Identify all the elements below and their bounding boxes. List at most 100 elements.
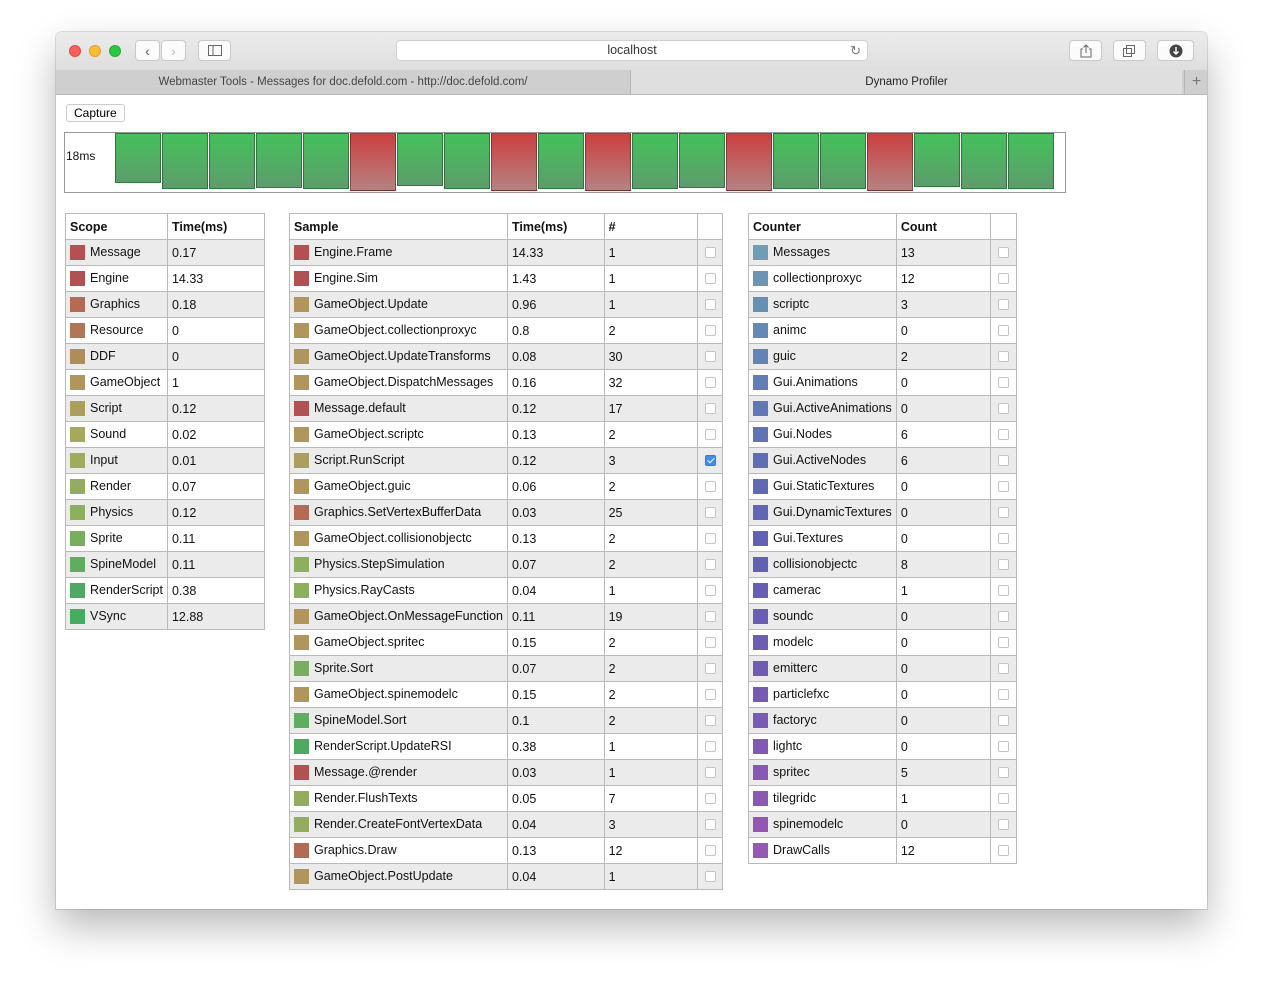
scope-row[interactable]: SpineModel 0.11 (65, 551, 266, 578)
select-checkbox[interactable] (998, 689, 1010, 700)
frame-bar[interactable] (491, 133, 537, 191)
counter-row[interactable]: emitterc 0 (748, 655, 1017, 682)
select-checkbox[interactable] (704, 871, 716, 882)
counter-row[interactable]: collisionobjectc 8 (748, 551, 1017, 578)
sample-row[interactable]: Message.@render 0.03 1 (289, 759, 723, 786)
sample-row[interactable]: GameObject.PostUpdate 0.04 1 (289, 863, 723, 890)
frame-bar[interactable] (632, 133, 678, 189)
counter-row[interactable]: guic 2 (748, 343, 1017, 370)
select-checkbox[interactable] (998, 533, 1010, 544)
sample-row[interactable]: GameObject.OnMessageFunction 0.11 19 (289, 603, 723, 630)
counter-row[interactable]: Messages 13 (748, 239, 1017, 266)
counter-row[interactable]: soundc 0 (748, 603, 1017, 630)
frame-bar[interactable] (820, 133, 866, 189)
frame-bar[interactable] (256, 133, 302, 188)
sample-row[interactable]: Sprite.Sort 0.07 2 (289, 655, 723, 682)
frame-bar[interactable] (350, 133, 396, 191)
select-checkbox[interactable] (704, 559, 716, 570)
counter-row[interactable]: factoryc 0 (748, 707, 1017, 734)
select-checkbox[interactable] (704, 663, 716, 674)
sample-row[interactable]: Physics.RayCasts 0.04 1 (289, 577, 723, 604)
sidebar-button[interactable] (198, 40, 231, 61)
frame-bar[interactable] (585, 133, 631, 191)
sample-row[interactable]: GameObject.scriptc 0.13 2 (289, 421, 723, 448)
scope-row[interactable]: DDF 0 (65, 343, 266, 370)
counter-row[interactable]: scriptc 3 (748, 291, 1017, 318)
capture-button[interactable]: Capture (66, 104, 125, 122)
select-checkbox[interactable] (998, 741, 1010, 752)
close-window-button[interactable] (69, 45, 81, 57)
select-checkbox[interactable] (998, 793, 1010, 804)
select-checkbox[interactable] (998, 585, 1010, 596)
select-checkbox[interactable] (998, 455, 1010, 466)
counter-row[interactable]: Gui.ActiveAnimations 0 (748, 395, 1017, 422)
address-bar[interactable]: localhost ↻ (396, 40, 868, 61)
frame-bar[interactable] (209, 133, 255, 189)
minimize-window-button[interactable] (89, 45, 101, 57)
sample-row[interactable]: GameObject.collectionproxyc 0.8 2 (289, 317, 723, 344)
select-checkbox[interactable] (704, 585, 716, 596)
scope-row[interactable]: RenderScript 0.38 (65, 577, 266, 604)
sample-row[interactable]: Graphics.SetVertexBufferData 0.03 25 (289, 499, 723, 526)
share-button[interactable] (1069, 40, 1102, 61)
frame-bar[interactable] (726, 133, 772, 191)
sample-row[interactable]: Script.RunScript 0.12 3 (289, 447, 723, 474)
forward-button[interactable]: › (161, 40, 186, 61)
counter-row[interactable]: particlefxc 0 (748, 681, 1017, 708)
zoom-window-button[interactable] (109, 45, 121, 57)
scope-row[interactable]: Graphics 0.18 (65, 291, 266, 318)
counter-row[interactable]: DrawCalls 12 (748, 837, 1017, 864)
counter-column-header[interactable]: Counter (748, 213, 897, 240)
select-checkbox[interactable] (998, 273, 1010, 284)
select-checkbox[interactable] (704, 637, 716, 648)
counter-row[interactable]: modelc 0 (748, 629, 1017, 656)
time-column-header[interactable]: Time(ms) (506, 213, 605, 240)
select-checkbox[interactable] (704, 507, 716, 518)
select-checkbox[interactable] (704, 533, 716, 544)
counter-row[interactable]: spritec 5 (748, 759, 1017, 786)
select-checkbox[interactable] (704, 481, 716, 492)
count-column-header[interactable]: Count (895, 213, 992, 240)
sample-row[interactable]: Physics.StepSimulation 0.07 2 (289, 551, 723, 578)
back-button[interactable]: ‹ (135, 40, 160, 61)
scope-row[interactable]: GameObject 1 (65, 369, 266, 396)
tab-webmaster-tools[interactable]: Webmaster Tools - Messages for doc.defol… (56, 70, 631, 94)
select-checkbox[interactable] (704, 611, 716, 622)
frame-bar[interactable] (914, 133, 960, 187)
counter-row[interactable]: tilegridc 1 (748, 785, 1017, 812)
select-checkbox[interactable] (704, 793, 716, 804)
counter-row[interactable]: spinemodelc 0 (748, 811, 1017, 838)
select-checkbox[interactable] (704, 689, 716, 700)
counter-row[interactable]: Gui.DynamicTextures 0 (748, 499, 1017, 526)
tabs-overview-button[interactable] (1113, 40, 1146, 61)
scope-row[interactable]: Sound 0.02 (65, 421, 266, 448)
select-checkbox[interactable] (998, 767, 1010, 778)
counter-row[interactable]: Gui.StaticTextures 0 (748, 473, 1017, 500)
counter-row[interactable]: camerac 1 (748, 577, 1017, 604)
select-checkbox[interactable] (704, 429, 716, 440)
sample-row[interactable]: Engine.Sim 1.43 1 (289, 265, 723, 292)
select-checkbox[interactable] (998, 481, 1010, 492)
frame-bar[interactable] (773, 133, 819, 189)
select-checkbox[interactable] (998, 247, 1010, 258)
sample-row[interactable]: GameObject.collisionobjectc 0.13 2 (289, 525, 723, 552)
select-checkbox[interactable] (998, 351, 1010, 362)
select-checkbox[interactable] (704, 299, 716, 310)
scope-row[interactable]: VSync 12.88 (65, 603, 266, 630)
scope-row[interactable]: Engine 14.33 (65, 265, 266, 292)
select-checkbox[interactable] (998, 403, 1010, 414)
select-checkbox[interactable] (998, 377, 1010, 388)
frame-bar[interactable] (397, 133, 443, 186)
scope-row[interactable]: Resource 0 (65, 317, 266, 344)
select-checkbox[interactable] (704, 455, 716, 466)
select-checkbox[interactable] (998, 299, 1010, 310)
select-checkbox[interactable] (704, 351, 716, 362)
frame-bar[interactable] (115, 133, 161, 183)
scope-row[interactable]: Physics 0.12 (65, 499, 266, 526)
counter-row[interactable]: collectionproxyc 12 (748, 265, 1017, 292)
frame-bar[interactable] (303, 133, 349, 189)
select-checkbox[interactable] (998, 429, 1010, 440)
select-checkbox[interactable] (704, 715, 716, 726)
frame-bar[interactable] (538, 133, 584, 189)
select-checkbox[interactable] (704, 403, 716, 414)
